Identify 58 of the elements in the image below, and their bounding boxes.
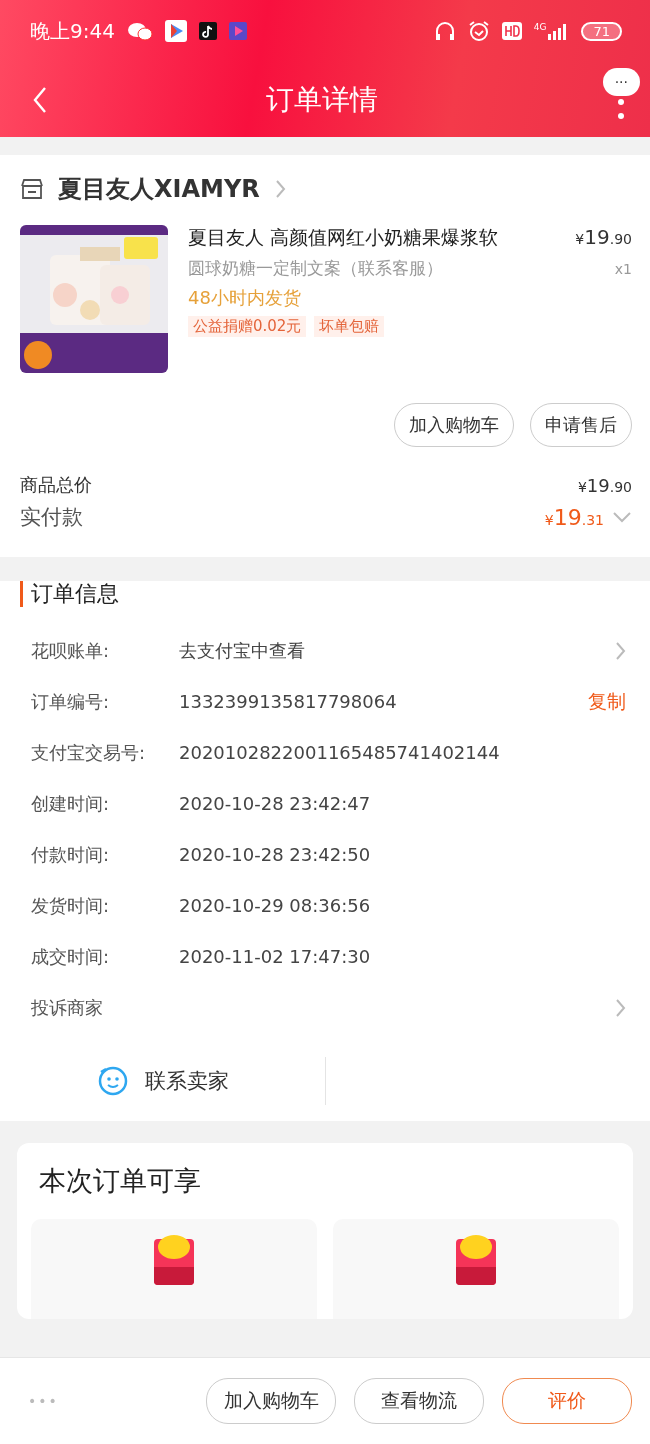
shop-name[interactable]: 夏目友人XIAMYR <box>58 173 260 205</box>
info-value: 2020-11-02 17:47:30 <box>179 946 372 967</box>
back-icon[interactable] <box>32 85 48 114</box>
info-label: 发货时间: <box>31 893 111 918</box>
section-title: 订单信息 <box>20 581 650 607</box>
hd-icon <box>501 22 522 40</box>
info-label: 投诉商家 <box>31 995 104 1020</box>
info-value: 2020-10-28 23:42:50 <box>179 844 372 865</box>
total-amount: ¥19.90 <box>577 474 632 496</box>
page-title: 订单详情 <box>265 81 380 118</box>
item-price: ¥19.90 <box>575 225 632 249</box>
more-button[interactable]: ··· <box>602 67 640 96</box>
info-label: 支付宝交易号: <box>31 740 147 765</box>
play-store-icon <box>164 20 187 42</box>
info-value: 2020-10-28 23:42:47 <box>179 793 372 814</box>
total-label: 实付款 <box>20 504 83 531</box>
service-tag: 公益捐赠0.02元 <box>188 316 307 337</box>
section-title: 本次订单可享 <box>38 1164 202 1198</box>
info-value: 1332399135817798064 <box>179 691 398 712</box>
service-tag: 坏单包赔 <box>314 316 385 337</box>
chevron-icon <box>273 179 286 199</box>
envelope-icon <box>456 1235 496 1285</box>
benefit-tile[interactable] <box>333 1219 619 1319</box>
info-label: 花呗账单: <box>31 638 111 663</box>
headphones-icon <box>433 20 456 42</box>
action-button[interactable]: 加入购物车 <box>206 1378 336 1424</box>
network-label: 4G <box>533 22 547 32</box>
info-label: 创建时间: <box>31 791 111 816</box>
info-value: 2020-10-29 08:36:56 <box>179 895 372 916</box>
music-app-icon <box>198 22 217 40</box>
store-icon <box>20 178 44 200</box>
product-variant: 圆球奶糖一定制文案（联系客服） <box>188 257 443 280</box>
delivery-note: 48小时内发货 <box>188 286 302 310</box>
expand-icon[interactable] <box>612 511 632 523</box>
info-label: 付款时间: <box>31 842 111 867</box>
action-button[interactable]: 加入购物车 <box>394 403 514 447</box>
info-label: 订单编号: <box>31 689 111 714</box>
chat-face-icon <box>96 1065 129 1097</box>
video-app-icon <box>228 22 247 40</box>
contact-seller-button[interactable]: 联系卖家 <box>0 1057 326 1105</box>
alarm-icon <box>467 20 490 42</box>
action-button[interactable]: 查看物流 <box>354 1378 484 1424</box>
vertical-dots-icon <box>617 97 626 120</box>
chat-app-icon <box>126 21 153 41</box>
info-value: 去支付宝中查看 <box>179 638 306 663</box>
status-time: 晚上9:44 <box>30 17 115 45</box>
benefit-tile[interactable] <box>31 1219 317 1319</box>
chevron-icon[interactable] <box>614 640 626 661</box>
battery-indicator: 71 <box>581 21 622 41</box>
total-amount: ¥19.31 <box>544 504 604 530</box>
info-label: 成交时间: <box>31 944 111 969</box>
quantity-label: x1 <box>614 261 632 277</box>
chevron-icon[interactable] <box>614 997 626 1018</box>
total-label: 商品总价 <box>20 473 92 497</box>
info-value: 2020102822001165485741402144 <box>179 742 501 763</box>
action-button[interactable]: 申请售后 <box>530 403 632 447</box>
envelope-icon <box>154 1235 194 1285</box>
product-title[interactable]: 夏目友人 高颜值网红小奶糖果爆浆软 <box>188 225 499 251</box>
